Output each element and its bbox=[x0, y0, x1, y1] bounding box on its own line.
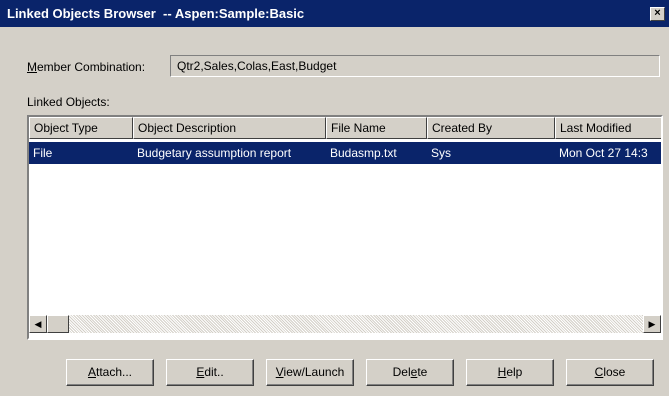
member-combination-field: Qtr2,Sales,Colas,East,Budget bbox=[170, 55, 660, 77]
close-icon: × bbox=[654, 7, 661, 19]
linked-objects-label: Linked Objects: bbox=[27, 95, 110, 109]
close-window-button[interactable]: × bbox=[650, 7, 665, 21]
edit-button[interactable]: Edit.. bbox=[166, 359, 254, 386]
linked-objects-dialog: Linked Objects Browser -- Aspen:Sample:B… bbox=[0, 0, 669, 396]
member-combination-label: Member Combination: bbox=[27, 60, 146, 74]
column-header-file-name[interactable]: File Name bbox=[326, 117, 427, 139]
scroll-track[interactable] bbox=[47, 315, 643, 333]
cell-object-type: File bbox=[33, 146, 53, 160]
cell-last-modified: Mon Oct 27 14:3 bbox=[559, 146, 648, 160]
arrow-right-icon: ▶ bbox=[648, 319, 656, 329]
member-combination-value: Qtr2,Sales,Colas,East,Budget bbox=[177, 59, 337, 73]
attach-button[interactable]: Attach... bbox=[66, 359, 154, 386]
close-button[interactable]: Close bbox=[566, 359, 654, 386]
delete-button[interactable]: Delete bbox=[366, 359, 454, 386]
arrow-left-icon: ◀ bbox=[34, 319, 42, 329]
column-header-object-type[interactable]: Object Type bbox=[29, 117, 133, 139]
title-bar[interactable]: Linked Objects Browser -- Aspen:Sample:B… bbox=[0, 0, 669, 27]
window-title: Linked Objects Browser -- Aspen:Sample:B… bbox=[7, 6, 305, 21]
table-row[interactable]: File Budgetary assumption report Budasmp… bbox=[29, 142, 661, 164]
scroll-right-button[interactable]: ▶ bbox=[643, 315, 661, 333]
column-header-object-description[interactable]: Object Description bbox=[133, 117, 326, 139]
help-button[interactable]: Help bbox=[466, 359, 554, 386]
column-header-last-modified[interactable]: Last Modified bbox=[555, 117, 661, 139]
cell-object-description: Budgetary assumption report bbox=[137, 146, 292, 160]
scroll-left-button[interactable]: ◀ bbox=[29, 315, 47, 333]
scroll-thumb[interactable] bbox=[47, 315, 69, 333]
cell-file-name: Budasmp.txt bbox=[330, 146, 397, 160]
view-launch-button[interactable]: View/Launch bbox=[266, 359, 354, 386]
horizontal-scrollbar[interactable]: ◀ ▶ bbox=[29, 315, 661, 338]
column-header-created-by[interactable]: Created By bbox=[427, 117, 555, 139]
cell-created-by: Sys bbox=[431, 146, 452, 160]
linked-objects-list[interactable]: Object Type Object Description File Name… bbox=[27, 115, 663, 340]
